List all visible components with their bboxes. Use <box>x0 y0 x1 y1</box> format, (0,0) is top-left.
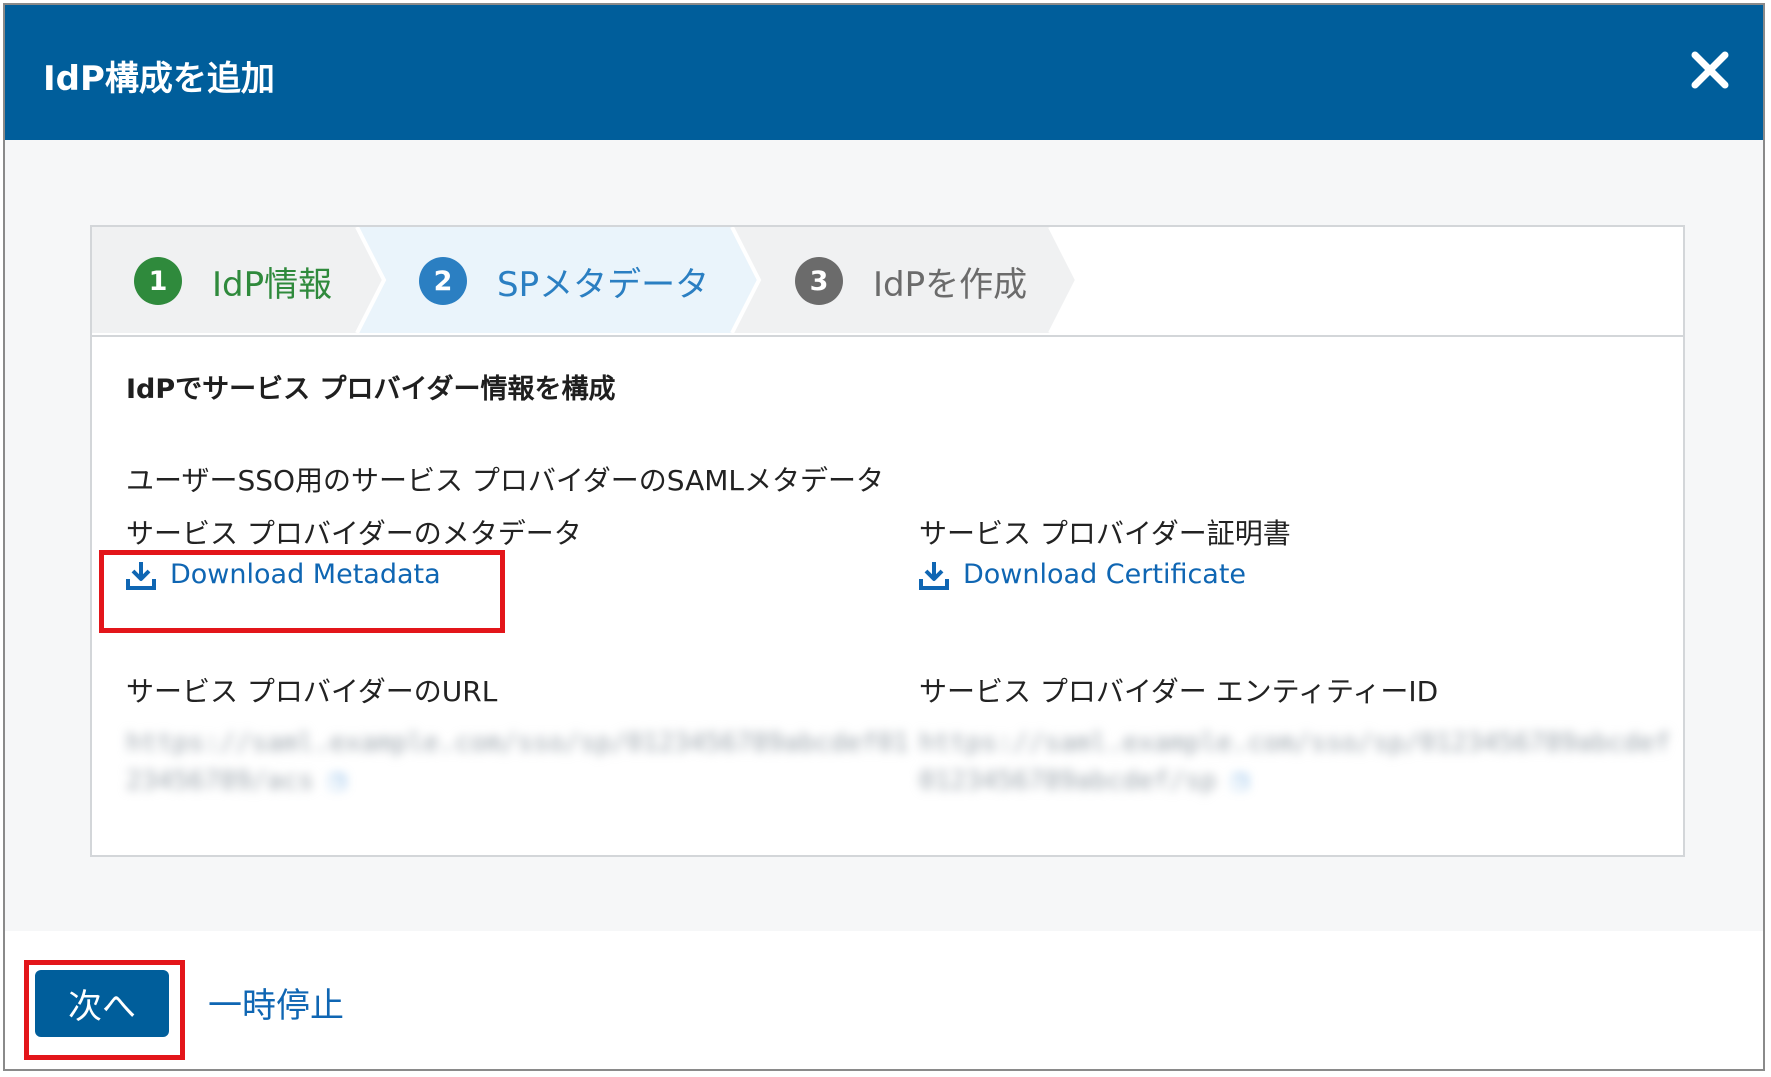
dialog-footer: 次へ 一時停止 <box>5 931 1763 1069</box>
sp-entity-id-value-line: 0123456789abcdef/sp <box>919 766 1217 796</box>
download-icon <box>919 561 949 590</box>
download-icon <box>126 561 156 590</box>
dialog-header: IdP構成を追加 <box>5 5 1763 140</box>
download-certificate-link[interactable]: Download Certificate <box>919 559 1246 590</box>
copy-icon[interactable]: ❐ <box>1232 766 1248 796</box>
sp-url-value-line: 23456789/acs <box>126 766 314 796</box>
sp-url-value-line: https://saml.example.com/sso/sp/01234567… <box>126 728 909 758</box>
copy-icon[interactable]: ❐ <box>330 766 346 796</box>
download-metadata-link[interactable]: Download Metadata <box>126 559 441 590</box>
dialog-body: 1 IdP情報 2 SPメタデータ 3 IdPを作成 IdPでサービス プロバイ… <box>5 140 1763 931</box>
download-metadata-label: Download Metadata <box>170 559 441 590</box>
sp-entity-id-value: https://saml.example.com/sso/sp/01234567… <box>919 724 1670 800</box>
download-certificate-label: Download Certificate <box>963 559 1247 590</box>
add-idp-config-dialog: IdP構成を追加 1 IdP情報 2 SPメタデータ 3 IdPを作成 IdPで… <box>3 3 1765 1071</box>
pause-link[interactable]: 一時停止 <box>208 978 344 1027</box>
sp-entity-id-value-line: https://saml.example.com/sso/sp/01234567… <box>919 728 1671 758</box>
step-number: 2 <box>419 257 467 305</box>
step-label: IdP情報 <box>212 264 333 305</box>
step-label: SPメタデータ <box>497 264 710 305</box>
step-sp-metadata[interactable]: 2 SPメタデータ <box>419 227 709 335</box>
sp-url-value: https://saml.example.com/sso/sp/01234567… <box>126 724 909 800</box>
step-number: 1 <box>134 257 182 305</box>
dialog-title: IdP構成を追加 <box>43 59 275 99</box>
sp-url-label: サービス プロバイダーのURL <box>126 675 498 708</box>
step-label: IdPを作成 <box>873 264 1028 305</box>
section-heading: IdPでサービス プロバイダー情報を構成 <box>126 374 616 405</box>
step-idp-info[interactable]: 1 IdP情報 <box>134 227 332 335</box>
step-number: 3 <box>795 257 843 305</box>
step-create-idp[interactable]: 3 IdPを作成 <box>795 227 1027 335</box>
wizard-card: 1 IdP情報 2 SPメタデータ 3 IdPを作成 IdPでサービス プロバイ… <box>90 225 1685 857</box>
saml-metadata-subheading: ユーザーSSO用のサービス プロバイダーのSAMLメタデータ <box>126 464 885 497</box>
close-icon[interactable] <box>1685 45 1735 95</box>
certificate-label: サービス プロバイダー証明書 <box>919 517 1291 550</box>
wizard-steps: 1 IdP情報 2 SPメタデータ 3 IdPを作成 <box>92 227 1683 337</box>
metadata-label: サービス プロバイダーのメタデータ <box>126 517 582 550</box>
sp-entity-id-label: サービス プロバイダー エンティティーID <box>919 675 1439 708</box>
next-button[interactable]: 次へ <box>35 970 169 1037</box>
